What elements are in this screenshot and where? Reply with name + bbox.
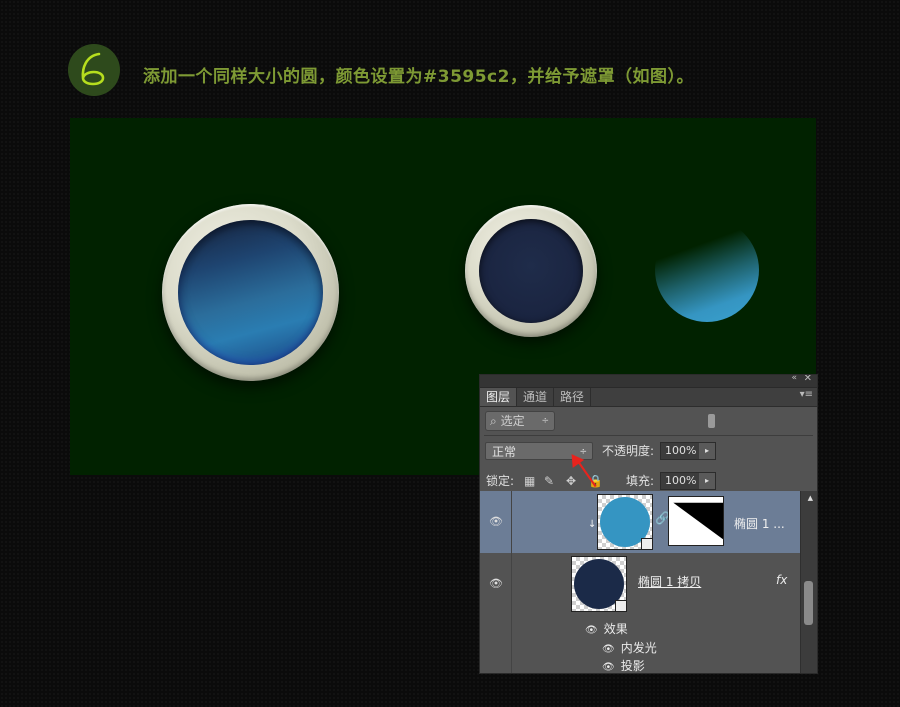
mask-black-triangle [673, 502, 723, 540]
layer-mask-thumbnail[interactable] [668, 496, 724, 546]
collapse-icon[interactable]: « [791, 375, 797, 383]
lock-transparent-pixels-icon[interactable]: ▦ [524, 474, 535, 488]
layer-thumbnail[interactable] [597, 494, 653, 550]
panel-tabs: 图层 通道 路径 ▾≡ [480, 388, 817, 407]
lock-label: 锁定: [486, 474, 515, 488]
instruction-text: 添加一个同样大小的圆，颜色设置为#3595c2，并给予遮罩（如图）。 [143, 67, 694, 87]
filter-label: 选定 [500, 414, 525, 428]
masked-blue-circle [655, 218, 759, 322]
updown-arrows-icon: ÷ [541, 416, 549, 426]
search-icon: ⌕ [490, 414, 497, 428]
shape-layer-icon [615, 600, 627, 612]
scrollbar-thumb[interactable] [804, 581, 813, 625]
layers-scrollbar[interactable]: ▲ [800, 491, 817, 673]
fill-input[interactable]: 100% ▸ [660, 472, 716, 490]
effects-label: 效果 [603, 622, 628, 636]
opacity-dropdown-icon[interactable]: ▸ [699, 443, 715, 459]
effect-inner-glow[interactable]: 👁 内发光 [602, 639, 657, 656]
shape-layer-icon [641, 538, 653, 550]
opacity-value: 100% [665, 444, 697, 457]
eye-icon[interactable]: 👁 [489, 577, 503, 590]
effect-label: 内发光 [620, 641, 657, 655]
tab-layers[interactable]: 图层 [480, 388, 518, 406]
layers-panel: « ✕ 图层 通道 路径 ▾≡ ⌕ 选定 ÷ 正常 ÷ 不透明度: 100% ▸… [479, 374, 818, 674]
small-button-ring [465, 205, 597, 337]
layer-thumbnail[interactable] [571, 556, 627, 612]
fill-value: 100% [665, 474, 697, 487]
tab-paths[interactable]: 路径 [554, 388, 592, 406]
fill-label: 填充: [626, 474, 655, 488]
clipping-arrow-icon: ↓ [588, 519, 597, 530]
opacity-input[interactable]: 100% ▸ [660, 442, 716, 460]
scroll-up-icon[interactable]: ▲ [808, 494, 813, 502]
close-icon[interactable]: ✕ [804, 375, 812, 384]
effect-drop-shadow[interactable]: 👁 投影 [602, 657, 645, 673]
tab-channels[interactable]: 通道 [517, 388, 555, 406]
layer-row-ellipse-1[interactable]: 👁 ↓ 🔗 椭圆 1 ... [480, 491, 802, 553]
visibility-column [480, 553, 512, 673]
blend-row: 正常 ÷ 不透明度: 100% ▸ [480, 436, 817, 466]
large-button-ring [162, 204, 339, 381]
blend-mode-value: 正常 [492, 445, 517, 459]
opacity-label: 不透明度: [602, 444, 655, 458]
filter-row: ⌕ 选定 ÷ [480, 407, 817, 435]
large-button-blue-center [178, 220, 323, 365]
fx-icon[interactable]: fx [776, 573, 787, 587]
eye-icon[interactable]: 👁 [585, 625, 598, 636]
panel-menu-icon[interactable]: ▾≡ [800, 389, 813, 400]
step-number-six-glyph [81, 52, 105, 86]
layer-row-ellipse-1-copy[interactable]: 👁 椭圆 1 拷贝 fx 👁 效果 👁 内发光 👁 投影 [480, 553, 802, 673]
filter-toggle-switch[interactable] [708, 414, 715, 428]
eye-icon[interactable]: 👁 [489, 515, 503, 528]
step-number-badge [68, 44, 120, 96]
layer-name[interactable]: 椭圆 1 拷贝 [638, 573, 701, 590]
eye-icon[interactable]: 👁 [602, 644, 615, 655]
lock-position-icon[interactable]: ✥ [566, 474, 576, 488]
effects-group[interactable]: 👁 效果 [585, 620, 628, 637]
lock-image-pixels-icon[interactable]: ✎ [544, 474, 554, 488]
fill-dropdown-icon[interactable]: ▸ [699, 473, 715, 489]
small-button-dark-center [479, 219, 583, 323]
layer-filter-select[interactable]: ⌕ 选定 ÷ [485, 411, 555, 431]
effect-label: 投影 [620, 659, 645, 673]
layer-name[interactable]: 椭圆 1 ... [734, 515, 785, 532]
layers-list: 👁 ↓ 🔗 椭圆 1 ... 👁 椭圆 1 拷贝 fx 👁 效果 👁 内发光 👁… [480, 491, 802, 673]
panel-title-bar: « ✕ [480, 375, 817, 388]
eye-icon[interactable]: 👁 [602, 662, 615, 673]
